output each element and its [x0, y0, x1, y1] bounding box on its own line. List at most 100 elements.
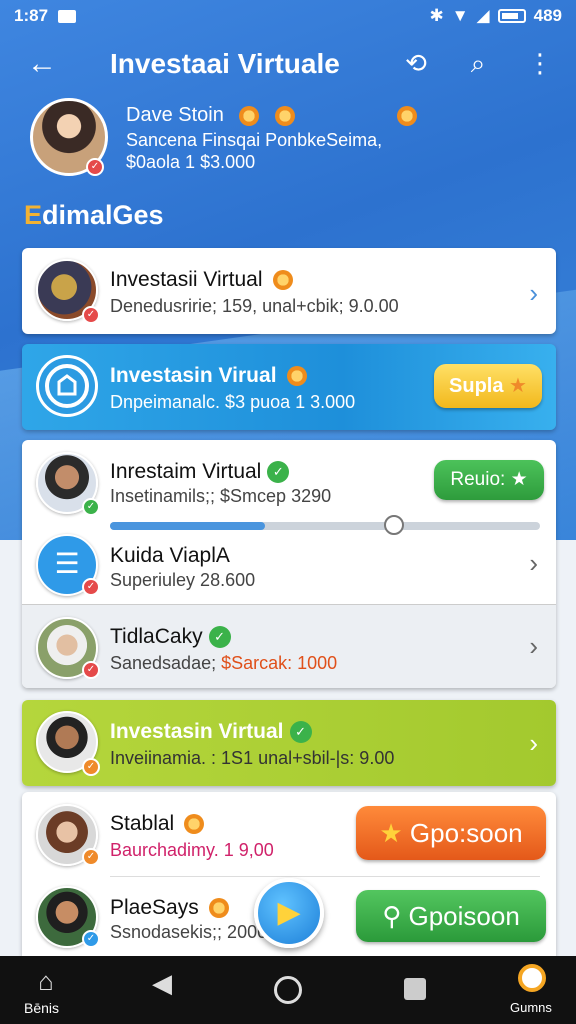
chevron-right-icon[interactable]: ›: [529, 278, 538, 309]
gposoon-button-label: Gpo:soon: [409, 818, 523, 848]
mail-icon: [58, 9, 77, 23]
badge-icon: ✓: [82, 758, 100, 776]
item-subtitle: Baurchadimy. 1 9,00: [110, 840, 274, 860]
coin-icon: [184, 814, 205, 835]
badge-icon: ✓: [82, 578, 100, 596]
item-subtitle: Inveiinamia. : 1S1 unal+sbil-|s: 9.00: [110, 748, 395, 768]
profile-name-row: Dave Stoin: [126, 104, 417, 127]
list-item-highlighted[interactable]: Investasin Virual Dnpeimanalc. $3 puoa 1…: [22, 344, 556, 430]
item-title: Kuida ViaplA: [110, 544, 230, 567]
section-title: EdimalGes: [24, 200, 164, 231]
item-title-row: PlaeSays: [110, 896, 229, 920]
list-item[interactable]: ✓ TidlaCaky ✓ Sanedsadae; $Sarcak: 1000 ›: [22, 604, 556, 688]
nav-right-label: Gumns: [510, 1000, 552, 1015]
item-subtitle-highlight: $Sarcak: 1000: [221, 653, 338, 673]
more-vert-icon[interactable]: ⋮: [524, 48, 556, 80]
item-title-row: Inrestaim Virtual ✓: [110, 460, 290, 484]
star-icon: ★: [379, 818, 403, 848]
item-title: Investasin Virtual: [110, 720, 284, 743]
item-subtitle-row: Sanedsadae; $Sarcak: 1000: [110, 653, 337, 674]
item-title-row: TidlaCaky ✓: [110, 625, 231, 649]
play-icon: ▶: [277, 896, 301, 929]
item-title: Investasii Virtual: [110, 268, 263, 291]
section-title-rest: dimalGes: [42, 200, 164, 230]
item-title: Investasin Virual: [110, 364, 277, 387]
home-icon[interactable]: ⌂: [30, 966, 62, 997]
coin-icon: [208, 898, 229, 919]
badge-icon: ✓: [82, 661, 100, 679]
nav-left-label: Bēnis: [24, 1000, 60, 1016]
user-icon[interactable]: [518, 964, 546, 992]
back-triangle-icon[interactable]: ◀: [152, 968, 172, 999]
badge-icon: ✓: [86, 158, 104, 176]
bluetooth-icon: ✱: [429, 6, 444, 25]
list-item[interactable]: ✓ Investasii Virtual Denedusririe; 159, …: [22, 248, 556, 334]
reuio-button-label: Reuio:: [450, 469, 506, 490]
reuio-button[interactable]: Reuio: ★: [434, 460, 544, 500]
magnifier-icon: ⚲: [382, 901, 402, 931]
gpoisoon-button[interactable]: ⚲ Gpoisoon: [356, 890, 546, 942]
profile-header: ✓ Dave Stoin Sancena Finsqai PonbkeSeima…: [30, 98, 550, 182]
gposoon-button[interactable]: ★ Gpo:soon: [356, 806, 546, 860]
item-title-row: Stablal: [110, 812, 205, 836]
bottom-nav: ⌂ Bēnis ◀ Gumns: [0, 956, 576, 1024]
chevron-right-icon[interactable]: ›: [529, 548, 538, 579]
list-item-highlighted[interactable]: ✓ Investasin Virtual ✓ Inveiinamia. : 1S1…: [22, 700, 556, 786]
item-subtitle: Superiuley 28.600: [110, 570, 256, 590]
battery-value: 489: [533, 6, 562, 25]
refresh-search-icon[interactable]: ⟲: [400, 48, 432, 80]
wifi-icon: ▼: [451, 6, 469, 25]
item-title: TidlaCaky: [110, 625, 203, 648]
shield-icon: [36, 355, 98, 417]
list-item[interactable]: ✓ Stablal Baurchadimy. 1 9,00 ★ Gpo:soon: [22, 792, 556, 876]
status-time: 1:87: [14, 6, 49, 25]
coin-icon: [274, 105, 295, 126]
back-arrow-icon[interactable]: ←: [14, 47, 70, 81]
list-group: ✓ Inrestaim Virtual ✓ Insetinamils;; $Smc…: [22, 440, 556, 688]
star-icon: ★: [509, 375, 527, 397]
item-subtitle: Ssnodasekis;; 2000: [110, 922, 268, 942]
status-bar: 1:87 ✱ ▼ ◢ 489: [0, 0, 576, 32]
check-icon: ✓: [289, 721, 312, 744]
badge-icon: ✓: [82, 930, 100, 948]
item-title: Inrestaim Virtual: [110, 460, 262, 483]
list-item[interactable]: ✓ Inrestaim Virtual ✓ Insetinamils;; $Smc…: [22, 440, 556, 535]
item-title-row: Investasin Virual: [110, 364, 307, 388]
app-bar-actions: ⟲ ⌕ ⋮: [400, 48, 556, 80]
chevron-right-icon[interactable]: ›: [529, 631, 538, 662]
status-right: ✱ ▼ ◢ 489: [429, 6, 562, 26]
item-title: PlaeSays: [110, 896, 199, 919]
section-title-initial: E: [24, 200, 43, 230]
list-item[interactable]: ☰ ✓ Kuida ViaplA Superiuley 28.600 ›: [22, 526, 556, 604]
coin-icon: [239, 105, 260, 126]
divider: [110, 876, 540, 877]
check-icon: ✓: [208, 626, 231, 649]
badge-icon: ✓: [82, 306, 100, 324]
gpoisoon-button-label: Gpoisoon: [408, 901, 520, 931]
star-icon: ★: [510, 469, 528, 490]
circle-home-icon[interactable]: [274, 976, 302, 1004]
item-subtitle: Sanedsadae;: [110, 653, 222, 673]
battery-icon: [497, 9, 526, 23]
profile-subtitle: Sancena Finsqai PonbkeSeima,: [126, 130, 383, 150]
square-recents-icon[interactable]: [404, 978, 426, 1000]
coin-icon: [286, 366, 307, 387]
item-title: Stablal: [110, 812, 175, 835]
coin-icon: [396, 105, 417, 126]
page-title: Investaai Virtuale: [110, 48, 340, 79]
profile-value: $0aola 1 $3.000: [126, 152, 256, 172]
item-subtitle: Insetinamils;; $Smcep 3290: [110, 486, 332, 506]
item-subtitle: Dnpeimanalc. $3 puoa 1 3.000: [110, 392, 356, 412]
app-bar: ← Investaai Virtuale ⟲ ⌕ ⋮: [0, 36, 576, 92]
play-button[interactable]: ▶: [254, 878, 324, 948]
item-subtitle: Denedusririe; 159, unal+cbik; 9.0.00: [110, 296, 399, 316]
coin-icon: [272, 270, 293, 291]
profile-name: Dave Stoin: [126, 104, 224, 126]
supla-button-label: Supla: [449, 375, 504, 397]
check-icon: ✓: [267, 461, 290, 484]
search-icon[interactable]: ⌕: [462, 48, 494, 80]
chevron-right-icon[interactable]: ›: [529, 728, 538, 759]
badge-icon: ✓: [82, 848, 100, 866]
item-title-row: Investasii Virtual: [110, 268, 293, 292]
supla-button[interactable]: Supla ★: [434, 364, 542, 408]
